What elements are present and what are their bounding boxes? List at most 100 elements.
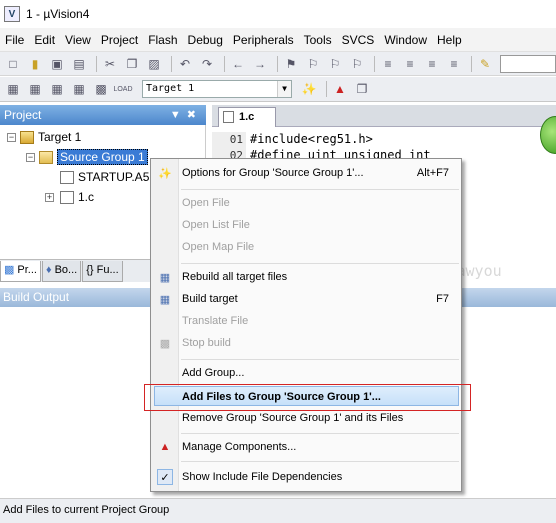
redo-icon[interactable]: ↷ bbox=[198, 55, 216, 73]
menu-separator bbox=[181, 189, 459, 190]
menu-item-add-group[interactable]: Add Group... bbox=[181, 363, 459, 383]
file-icon bbox=[60, 171, 74, 185]
file-icon bbox=[223, 111, 234, 123]
menu-item-show-include-deps[interactable]: Show Include File Dependencies bbox=[181, 467, 459, 487]
expand-toggle[interactable]: + bbox=[45, 193, 54, 202]
menu-item-stop-build[interactable]: Stop build bbox=[181, 333, 459, 353]
menu-item-shortcut: Alt+F7 bbox=[416, 167, 449, 179]
folder-icon bbox=[39, 151, 53, 165]
menu-item-build-target[interactable]: Build target F7 bbox=[181, 289, 459, 309]
download-icon[interactable]: LOAD bbox=[113, 80, 132, 98]
tab-books[interactable]: ♦ Bo... bbox=[41, 260, 82, 282]
unindent-icon[interactable]: ≡ bbox=[401, 55, 419, 73]
indent-icon[interactable]: ≡ bbox=[379, 55, 397, 73]
menu-item-label: Open List File bbox=[182, 219, 250, 231]
project-tab-icon: ▩ bbox=[4, 264, 15, 276]
find-in-files-icon[interactable]: ✎ bbox=[476, 55, 494, 73]
menu-item-open-file[interactable]: Open File bbox=[181, 193, 459, 213]
menu-help[interactable]: Help bbox=[432, 30, 467, 50]
menu-tools[interactable]: Tools bbox=[299, 30, 337, 50]
paste-icon[interactable]: ▨ bbox=[145, 55, 163, 73]
build-icon[interactable]: ▦ bbox=[26, 80, 44, 98]
panel-controls[interactable]: ▼✖ bbox=[170, 105, 202, 125]
collapse-toggle[interactable]: − bbox=[7, 133, 16, 142]
menu-svcs[interactable]: SVCS bbox=[337, 30, 380, 50]
editor-tab-1c[interactable]: 1.c bbox=[218, 107, 276, 127]
menu-item-remove-group[interactable]: Remove Group 'Source Group 1' and its Fi… bbox=[181, 408, 459, 428]
toolbar-separator bbox=[326, 81, 327, 97]
save-all-icon[interactable]: ▤ bbox=[70, 55, 88, 73]
target-select-value: Target 1 bbox=[146, 83, 195, 94]
tree-item-label: STARTUP.A51 bbox=[78, 170, 157, 184]
menu-item-label: Open Map File bbox=[182, 241, 255, 253]
menu-item-manage-components[interactable]: Manage Components... bbox=[181, 437, 459, 457]
open-folder-icon[interactable]: ▮ bbox=[26, 55, 44, 73]
find-input[interactable] bbox=[500, 55, 556, 73]
nav-forward-icon[interactable]: → bbox=[251, 55, 269, 73]
tree-item-source-group[interactable]: Source Group 1 bbox=[39, 148, 148, 166]
menu-window[interactable]: Window bbox=[379, 30, 432, 50]
copy-icon[interactable]: ❐ bbox=[123, 55, 141, 73]
menu-file[interactable]: File bbox=[0, 30, 29, 50]
menu-separator bbox=[181, 359, 459, 360]
menu-item-translate-file[interactable]: Translate File bbox=[181, 311, 459, 331]
batch-build-icon[interactable]: ▦ bbox=[70, 80, 88, 98]
build-toolbar: ▦ ▦ ▦ ▦ ▩ LOAD Target 1 ▼ ✨ ▲ ❐ bbox=[0, 77, 556, 102]
tab-label: Bo... bbox=[54, 264, 78, 276]
bookmark-icon[interactable]: ⚑ bbox=[282, 55, 300, 73]
menu-flash[interactable]: Flash bbox=[143, 30, 182, 50]
tree-item-file[interactable]: STARTUP.A51 bbox=[60, 168, 156, 186]
comment-icon[interactable]: ≡ bbox=[423, 55, 441, 73]
context-menu: ✨ Options for Group 'Source Group 1'... … bbox=[150, 158, 462, 492]
new-file-icon[interactable]: □ bbox=[4, 55, 22, 73]
target-select[interactable]: Target 1 ▼ bbox=[142, 80, 292, 98]
menu-item-label: Show Include File Dependencies bbox=[182, 471, 343, 483]
tab-label: Pr... bbox=[17, 264, 37, 276]
menu-project[interactable]: Project bbox=[96, 30, 143, 50]
tab-label: {} Fu... bbox=[86, 264, 119, 276]
target-options-icon[interactable]: ✨ bbox=[300, 80, 318, 98]
prev-bookmark-icon[interactable]: ⚐ bbox=[304, 55, 322, 73]
stop-build-icon[interactable]: ▩ bbox=[92, 80, 110, 98]
menu-item-label: Open File bbox=[182, 197, 230, 209]
toolbar-separator bbox=[277, 55, 278, 72]
chevron-down-icon[interactable]: ▼ bbox=[277, 81, 291, 97]
copy-target-icon[interactable]: ❐ bbox=[353, 80, 371, 98]
collapse-toggle[interactable]: − bbox=[26, 153, 35, 162]
options-wand-icon: ✨ bbox=[158, 167, 172, 180]
title-bar: V 1 - µVision4 bbox=[0, 0, 556, 28]
save-icon[interactable]: ▣ bbox=[48, 55, 66, 73]
menu-item-open-list-file[interactable]: Open List File bbox=[181, 215, 459, 235]
toolbar-separator bbox=[374, 55, 375, 72]
toolbar-separator bbox=[171, 55, 172, 72]
highlight-annotation-box bbox=[144, 384, 471, 411]
uncomment-icon[interactable]: ≡ bbox=[445, 55, 463, 73]
tree-item-file[interactable]: 1.c bbox=[60, 188, 94, 206]
undo-icon[interactable]: ↶ bbox=[176, 55, 194, 73]
tab-functions[interactable]: {} Fu... bbox=[82, 260, 123, 282]
cut-icon[interactable]: ✂ bbox=[101, 55, 119, 73]
clear-bookmarks-icon[interactable]: ⚐ bbox=[348, 55, 366, 73]
window-title: 1 - µVision4 bbox=[26, 7, 90, 21]
menu-item-rebuild-all[interactable]: Rebuild all target files bbox=[181, 267, 459, 287]
menu-peripherals[interactable]: Peripherals bbox=[228, 30, 299, 50]
next-bookmark-icon[interactable]: ⚐ bbox=[326, 55, 344, 73]
menu-bar: File Edit View Project Flash Debug Perip… bbox=[0, 28, 556, 52]
manage-components-icon[interactable]: ▲ bbox=[331, 80, 349, 98]
rebuild-icon[interactable]: ▦ bbox=[48, 80, 66, 98]
menu-item-options-for-group[interactable]: Options for Group 'Source Group 1'... Al… bbox=[181, 163, 459, 183]
stop-build-icon: ▩ bbox=[159, 337, 171, 350]
code-line: 01 #include<reg51.h> bbox=[212, 131, 373, 148]
tab-project[interactable]: ▩ Pr... bbox=[0, 260, 41, 282]
nav-back-icon[interactable]: ← bbox=[229, 55, 247, 73]
menu-item-open-map-file[interactable]: Open Map File bbox=[181, 237, 459, 257]
translate-icon[interactable]: ▦ bbox=[4, 80, 22, 98]
menu-edit[interactable]: Edit bbox=[29, 30, 60, 50]
menu-view[interactable]: View bbox=[60, 30, 96, 50]
menu-debug[interactable]: Debug bbox=[183, 30, 228, 50]
menu-item-label: Rebuild all target files bbox=[182, 271, 288, 283]
menu-item-label: Manage Components... bbox=[182, 441, 297, 453]
checkmark-icon: ✓ bbox=[157, 469, 173, 485]
tree-item-target[interactable]: Target 1 bbox=[20, 128, 81, 146]
app-icon: V bbox=[4, 6, 20, 22]
